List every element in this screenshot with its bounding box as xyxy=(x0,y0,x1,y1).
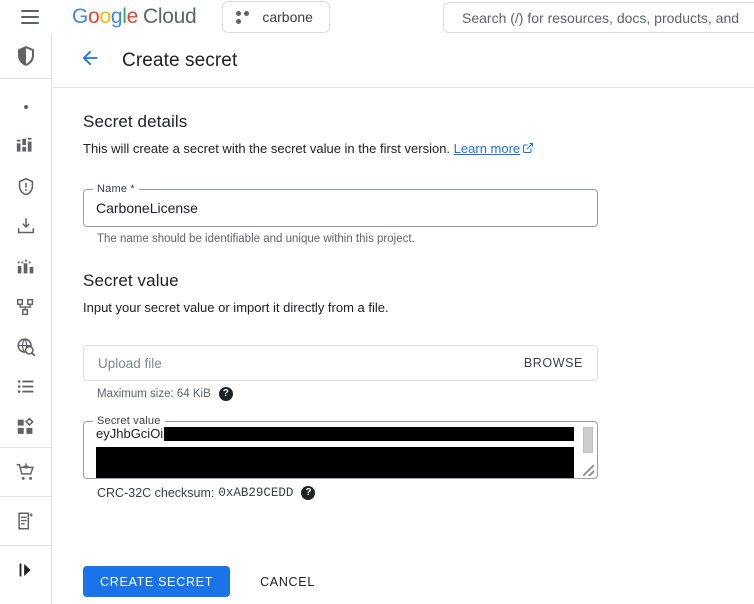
secret-details-heading: Secret details xyxy=(83,112,188,131)
textarea-resize-handle[interactable] xyxy=(582,464,595,477)
learn-more-link[interactable]: Learn more xyxy=(454,141,520,156)
page-header: Create secret xyxy=(53,34,754,88)
form-actions-footer: CREATE SECRET CANCEL xyxy=(53,559,754,604)
rail-spacer xyxy=(0,79,51,87)
sidebar-item-reports[interactable] xyxy=(0,247,52,287)
create-secret-button[interactable]: CREATE SECRET xyxy=(83,566,231,597)
help-icon[interactable]: ? xyxy=(301,486,316,500)
upload-file-field[interactable]: Upload file BROWSE xyxy=(83,345,598,381)
global-search-box[interactable] xyxy=(443,2,754,33)
secret-name-field[interactable]: Name * xyxy=(83,183,598,227)
secret-value-textarea-field[interactable]: Secret value eyJhbGciOi xyxy=(83,415,598,479)
sidebar-item-topology[interactable] xyxy=(0,287,52,327)
secret-value-textarea-content[interactable]: eyJhbGciOi xyxy=(85,426,581,478)
left-icon-rail xyxy=(0,34,52,604)
list-icon xyxy=(15,376,37,398)
shield-icon xyxy=(14,44,38,68)
secret-value-heading: Secret value xyxy=(83,271,179,290)
sidebar-item-import[interactable] xyxy=(0,207,52,247)
hamburger-bar xyxy=(21,22,39,24)
secret-details-description-text: This will create a secret with the secre… xyxy=(83,141,451,156)
expand-panel-icon xyxy=(15,559,37,581)
google-wordmark: Google xyxy=(72,5,138,28)
max-size-label: Maximum size: 64 KiB xyxy=(97,388,211,400)
crc-checksum-row: CRC-32C checksum: 0xAB29CEDD ? xyxy=(97,486,754,500)
top-app-bar: Google Cloud carbone xyxy=(0,0,754,34)
back-arrow-icon xyxy=(79,47,101,74)
sidebar-item-dot[interactable] xyxy=(0,87,52,127)
apps-grid-icon xyxy=(15,416,37,438)
hamburger-menu-icon[interactable] xyxy=(12,0,48,34)
sidebar-item-risk[interactable] xyxy=(0,167,52,207)
back-button[interactable] xyxy=(74,45,106,77)
sidebar-item-dashboard[interactable] xyxy=(0,127,52,167)
redaction-bar xyxy=(164,427,574,441)
textarea-scrollbar-thumb[interactable] xyxy=(583,427,593,453)
hamburger-bar xyxy=(21,10,39,12)
project-dots-icon xyxy=(235,9,251,25)
hierarchy-icon xyxy=(15,296,37,318)
crc-checksum-value: 0xAB29CEDD xyxy=(218,486,294,500)
page-title: Create secret xyxy=(122,49,238,71)
secret-value-visible-prefix: eyJhbGciOi xyxy=(96,426,164,441)
secret-details-description: This will create a secret with the secre… xyxy=(83,140,754,159)
globe-search-icon xyxy=(15,336,37,358)
hamburger-bar xyxy=(21,16,39,18)
external-link-icon xyxy=(522,141,534,159)
search-input[interactable] xyxy=(460,8,754,27)
sidebar-item-discovery[interactable] xyxy=(0,327,52,367)
cancel-button[interactable]: CANCEL xyxy=(248,566,327,597)
learn-more-label: Learn more xyxy=(453,141,521,156)
dashboard-icon xyxy=(15,136,37,158)
max-size-helper: Maximum size: 64 KiB ? xyxy=(97,387,754,401)
cloud-wordmark: Cloud xyxy=(142,5,197,28)
project-name-label: carbone xyxy=(262,9,313,25)
crc-checksum-label: CRC-32C checksum: xyxy=(97,486,215,500)
secret-name-helper: The name should be identifiable and uniq… xyxy=(97,233,415,245)
upload-file-placeholder: Upload file xyxy=(98,355,162,371)
release-notes-icon xyxy=(15,510,37,532)
dot-icon xyxy=(14,95,38,119)
download-icon xyxy=(15,216,37,238)
secret-value-first-line: eyJhbGciOi xyxy=(96,426,581,442)
sidebar-item-marketplace[interactable] xyxy=(0,448,52,496)
google-cloud-logo[interactable]: Google Cloud xyxy=(72,5,197,29)
secret-name-label: Name * xyxy=(93,183,139,195)
browse-button[interactable]: BROWSE xyxy=(524,356,583,370)
sidebar-item-expand[interactable] xyxy=(0,546,52,594)
secret-name-input[interactable] xyxy=(84,190,597,226)
sidebar-item-release-notes[interactable] xyxy=(0,497,52,545)
secret-value-description: Input your secret value or import it dir… xyxy=(83,300,389,315)
marketplace-cart-icon xyxy=(15,461,37,483)
help-icon[interactable]: ? xyxy=(218,387,233,401)
redaction-bar xyxy=(96,447,574,478)
bar-chart-icon xyxy=(15,256,37,278)
main-content: Secret details This will create a secret… xyxy=(53,88,754,558)
sidebar-item-products[interactable] xyxy=(0,407,52,447)
shield-alert-icon xyxy=(15,176,37,198)
sidebar-item-list[interactable] xyxy=(0,367,52,407)
sidebar-item-security[interactable] xyxy=(0,34,52,78)
project-selector[interactable]: carbone xyxy=(222,1,330,33)
